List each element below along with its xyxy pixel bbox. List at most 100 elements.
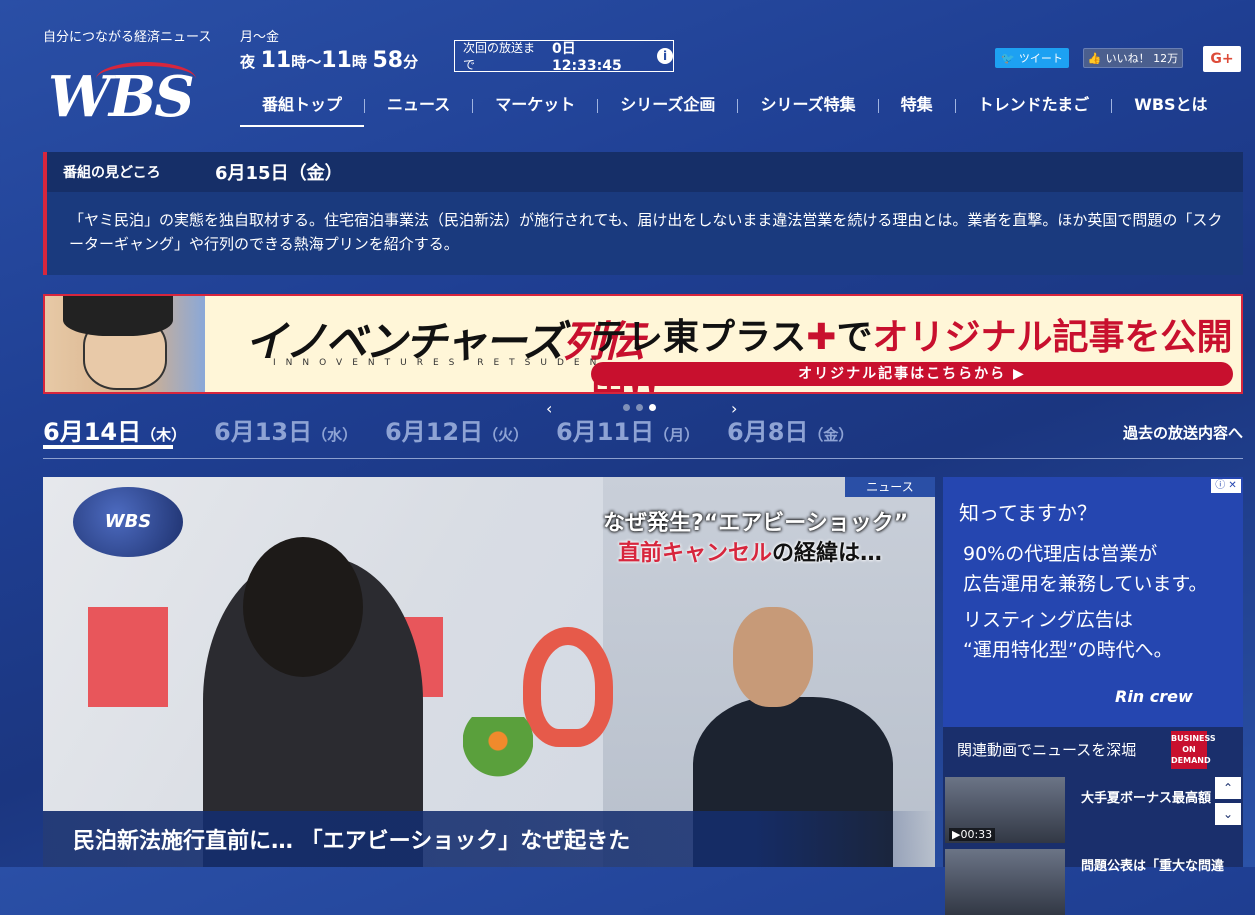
banner-plus-a: テレ東プラス: [591, 317, 807, 358]
next-broadcast-countdown: 次回の放送まで 0日 12:33:45 i: [454, 40, 674, 74]
google-plus-button[interactable]: G+: [1203, 46, 1241, 72]
thumbs-up-icon: 👍: [1087, 51, 1102, 65]
plus-icon: ✚: [806, 317, 837, 358]
date-tab[interactable]: 6月14日（木）: [43, 412, 187, 449]
date-tab-date: 6月13日: [214, 418, 313, 446]
info-icon[interactable]: i: [657, 48, 673, 64]
related-video-title[interactable]: 問題公表は「重大な問違: [1081, 855, 1224, 874]
date-tabs: 6月14日（木） 6月13日（水） 6月12日（火） 6月11日（月） 6月8日…: [43, 412, 1243, 459]
date-tab-day: （月）: [654, 426, 700, 444]
time-end-hour: 11: [321, 48, 352, 73]
carousel-dot[interactable]: [623, 404, 630, 411]
carousel-dot[interactable]: [636, 404, 643, 411]
program-highlight: 番組の見どころ 6月15日（金） 「ヤミ民泊」の実態を独自取材する。住宅宿泊事業…: [43, 152, 1243, 275]
adchoices-icon[interactable]: ⓘ ✕: [1211, 479, 1241, 493]
time-unit-hour-2: 時: [351, 53, 367, 71]
video-caption-top: なぜ発生?“エアビーショック”: [603, 511, 909, 536]
featured-video[interactable]: WBS ニュース なぜ発生?“エアビーショック” 直前キャンセルの経緯は… 民泊…: [43, 477, 935, 867]
ad-line-2: 90%の代理店は営業が 広告運用を兼務しています。: [963, 539, 1208, 599]
twitter-bird-icon: 🐦: [1001, 51, 1015, 65]
nav-item-series-project[interactable]: シリーズ企画: [598, 85, 737, 125]
business-on-demand-badge[interactable]: BUSINESS ON DEMAND: [1171, 731, 1216, 769]
highlight-text: 「ヤミ民泊」の実態を独自取材する。住宅宿泊事業法（民泊新法）が施行されても、届け…: [69, 211, 1223, 253]
like-label: いいね！ 12万: [1105, 52, 1179, 65]
nav-item-top[interactable]: 番組トップ: [240, 85, 365, 127]
highlight-label: 番組の見どころ: [63, 165, 161, 181]
past-broadcasts-link[interactable]: 過去の放送内容へ: [1123, 422, 1243, 443]
airbnb-poster: [88, 607, 168, 707]
tagline: 自分につながる経済ニュース: [43, 30, 212, 45]
date-tab-date: 6月8日: [727, 418, 809, 446]
schedule-days: 月～金: [240, 30, 280, 45]
nav-item-series-feature[interactable]: シリーズ特集: [738, 85, 877, 125]
video-duration: ▶00:33: [949, 828, 996, 841]
main-nav: 番組トップ ニュース マーケット シリーズ企画 シリーズ特集 特集 トレンドたま…: [240, 85, 1230, 127]
date-tab[interactable]: 6月11日（月）: [556, 412, 699, 447]
carousel-dots: [623, 404, 656, 411]
video-title-bar: 民泊新法施行直前に… 「エアビーショック」なぜ起きた: [43, 811, 935, 867]
category-badge: ニュース: [845, 477, 935, 497]
ad-brand-logo: Rin crew: [1115, 687, 1193, 706]
related-heading: 関連動画でニュースを深堀: [957, 740, 1137, 759]
tweet-button[interactable]: 🐦 ツイート: [995, 48, 1069, 68]
facebook-like-button[interactable]: 👍 いいね！ 12万: [1083, 48, 1183, 68]
date-tab[interactable]: 6月12日（火）: [385, 412, 528, 447]
banner-subtitle: INNOVENTURES RETSUDEN: [273, 358, 607, 368]
ad-line-3a: リスティング広告は: [963, 609, 1133, 631]
ad-line-1: 知ってますか？: [959, 501, 1097, 525]
date-tab[interactable]: 6月8日（金）: [727, 412, 853, 447]
ad-line-3b: “運用特化型”の時代へ。: [963, 639, 1173, 661]
promo-banner[interactable]: イノベンチャーズ列伝 INNOVENTURES RETSUDEN テレ東プラス✚…: [43, 294, 1243, 394]
date-tab-day: （水）: [312, 426, 358, 444]
banner-cta-button[interactable]: オリジナル記事はこちらから ▶: [591, 362, 1233, 386]
scroll-up-button[interactable]: ⌃: [1215, 777, 1241, 799]
highlight-date: 6月15日（金）: [215, 163, 343, 184]
nav-item-feature[interactable]: 特集: [879, 85, 955, 125]
time-sep: ～: [306, 53, 322, 71]
date-tab-day: （金）: [808, 426, 854, 444]
video-caption-bottom: 直前キャンセルの経緯は…: [618, 535, 882, 567]
wbs-studio-logo: WBS: [73, 487, 183, 557]
logo-text: WBS: [48, 64, 195, 130]
flower-arrangement: [463, 717, 533, 777]
wbs-logo[interactable]: WBS: [48, 62, 208, 130]
date-tab-day: （木）: [141, 426, 187, 444]
nav-item-about[interactable]: WBSとは: [1112, 85, 1229, 125]
caption-red: 直前キャンセル: [618, 541, 773, 566]
date-tab-date: 6月14日: [43, 418, 142, 446]
nav-item-trend-egg[interactable]: トレンドたまご: [956, 85, 1112, 125]
date-tab[interactable]: 6月13日（水）: [214, 412, 357, 447]
time-start-hour: 11: [260, 48, 292, 73]
time-unit-minute: 分: [403, 53, 419, 71]
airbnb-sign: [523, 627, 613, 747]
interviewer-head: [243, 537, 363, 677]
manga-character-image: [45, 296, 205, 392]
time-unit-hour: 時: [291, 53, 307, 71]
carousel-dot-active[interactable]: [649, 404, 656, 411]
ad-line-2a: 90%の代理店は営業が: [963, 543, 1158, 565]
scroll-down-button[interactable]: ⌄: [1215, 803, 1241, 825]
tweet-label: ツイート: [1018, 52, 1063, 65]
related-video-thumbnail[interactable]: [945, 849, 1065, 915]
highlight-header: 番組の見どころ 6月15日（金）: [47, 152, 1243, 192]
ad-line-2b: 広告運用を兼務しています。: [963, 573, 1208, 595]
related-video-title[interactable]: 大手夏ボーナス最高額: [1081, 787, 1211, 806]
nav-item-news[interactable]: ニュース: [365, 85, 472, 125]
character-hair: [63, 296, 173, 336]
advertisement[interactable]: ⓘ ✕ 知ってますか？ 90%の代理店は営業が 広告運用を兼務しています。 リス…: [943, 477, 1243, 727]
date-tab-date: 6月11日: [556, 418, 655, 446]
related-video-thumbnail[interactable]: ▶00:33: [945, 777, 1065, 843]
ad-line-3: リスティング広告は “運用特化型”の時代へ。: [963, 605, 1173, 665]
nav-item-market[interactable]: マーケット: [473, 85, 597, 125]
related-videos: 関連動画でニュースを深堀 BUSINESS ON DEMAND ▶00:33 大…: [943, 727, 1243, 915]
caption-black: の経緯は…: [772, 541, 883, 566]
time-end-minute: 58: [372, 48, 404, 73]
broadcast-time: 夜 11時～11時 58分: [240, 48, 418, 73]
countdown-label: 次回の放送まで: [463, 41, 536, 72]
banner-plus-b: で: [836, 317, 873, 358]
countdown-value: 0日 12:33:45: [552, 41, 622, 74]
date-tab-date: 6月12日: [385, 418, 484, 446]
interviewee-head: [733, 607, 813, 707]
date-tab-day: （火）: [483, 426, 529, 444]
video-title[interactable]: 民泊新法施行直前に… 「エアビーショック」なぜ起きた: [73, 823, 630, 855]
